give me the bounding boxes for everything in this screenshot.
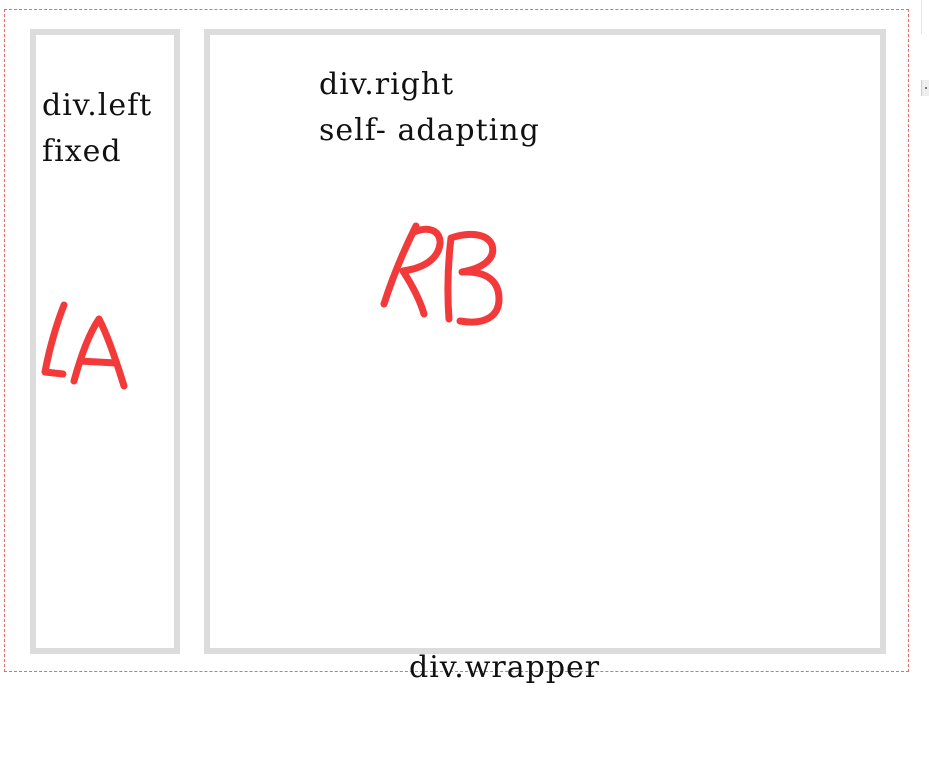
wrapper-label: div.wrapper: [409, 650, 601, 685]
right-box: [204, 29, 886, 654]
scrollbar-thumb[interactable]: [921, 80, 929, 96]
right-box-label: div.right self- adapting: [319, 67, 540, 148]
scrollbar-edge: [921, 0, 922, 34]
left-box-label: div.left fixed: [42, 88, 153, 169]
